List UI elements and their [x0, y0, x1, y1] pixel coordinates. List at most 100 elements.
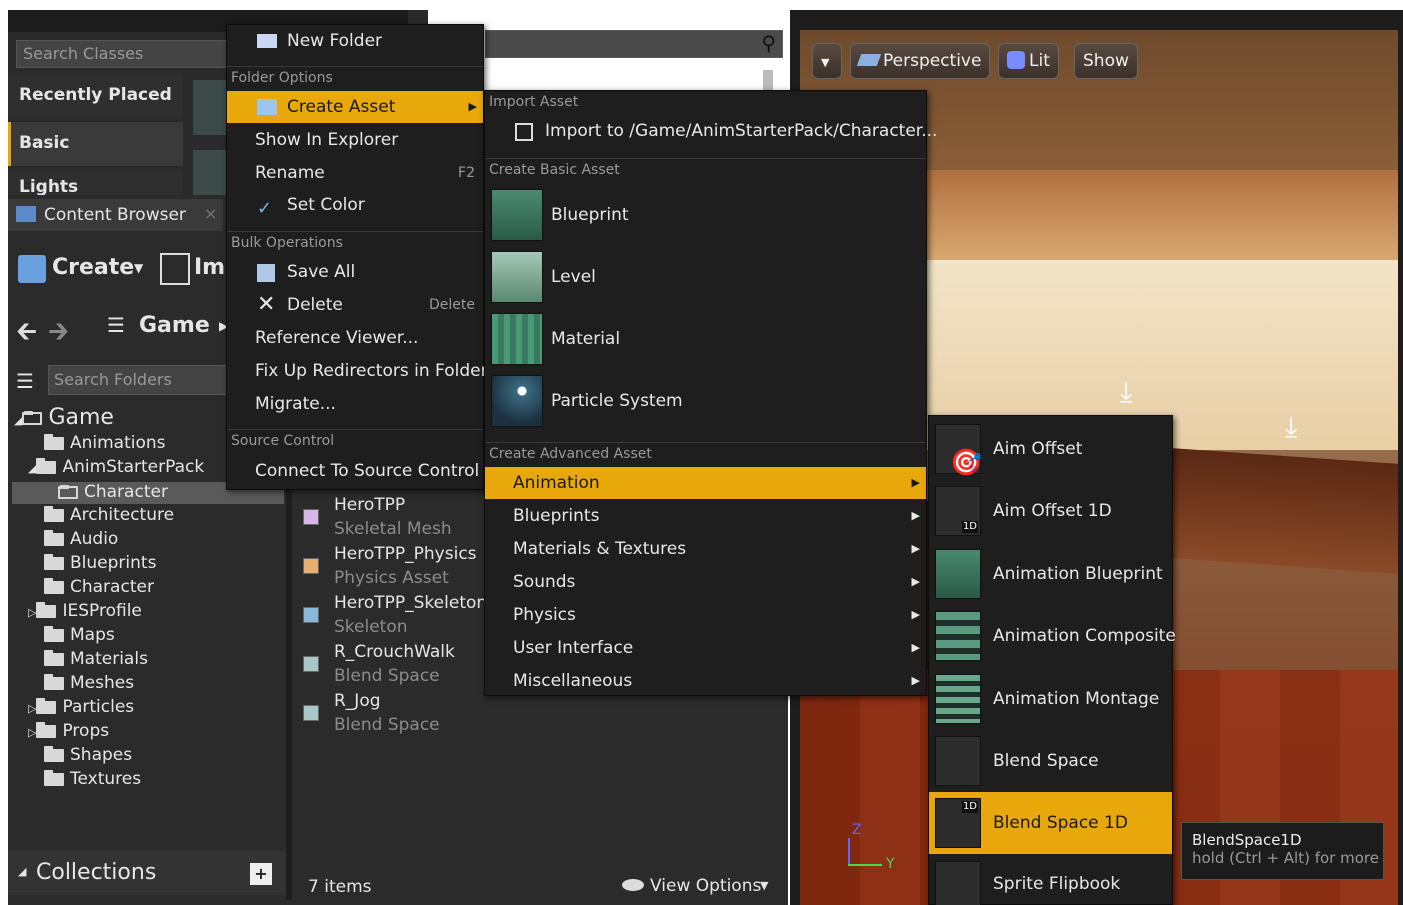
category-recently-placed[interactable]: Recently Placed — [8, 74, 183, 118]
basic-level-item[interactable]: Level — [485, 247, 926, 307]
tree-item-textures[interactable]: Textures — [44, 769, 141, 789]
category-lights[interactable]: Lights — [8, 170, 183, 195]
collections-header[interactable]: ◢ Collections + — [8, 851, 286, 895]
tree-item-meshes[interactable]: Meshes — [44, 673, 134, 693]
tree-item-character[interactable]: Character — [44, 577, 154, 597]
tree-item-blueprints[interactable]: Blueprints — [44, 553, 156, 573]
expanded-icon: ◢ — [28, 462, 37, 475]
content-browser-tab[interactable]: Content Browser × — [8, 199, 223, 231]
tree-item-materials[interactable]: Materials — [44, 649, 148, 669]
rename-item[interactable]: Rename F2 — [227, 157, 483, 189]
add-collection-icon[interactable]: + — [250, 863, 272, 885]
tree-item-maps[interactable]: Maps — [44, 625, 115, 645]
search-folders-input[interactable]: Search Folders — [48, 365, 228, 395]
view-options-button[interactable]: View Options ▼ — [620, 875, 780, 899]
axis-widget — [848, 864, 882, 866]
search-classes-input[interactable]: Search Classes — [16, 40, 256, 68]
shortcut-label: Delete — [429, 297, 475, 313]
collapsed-icon[interactable]: ▷ — [28, 726, 36, 739]
save-all-item[interactable]: Save All — [227, 256, 483, 288]
spotlight-actor-icon[interactable]: ⤓ — [1120, 375, 1160, 415]
close-tab-icon[interactable]: × — [204, 204, 217, 223]
collapsed-icon[interactable]: ▷ — [28, 702, 36, 715]
asset-item-r-jog[interactable]: R_Jog Blend Space — [293, 689, 493, 737]
advanced-sounds-item[interactable]: Sounds ▶ — [485, 566, 926, 598]
asset-item-r-crouchwalk[interactable]: R_CrouchWalk Blend Space — [293, 640, 493, 688]
expanded-icon: ◢ — [18, 865, 27, 878]
import-button[interactable]: Imp — [158, 251, 230, 291]
advanced-animation-item[interactable]: Animation ▶ — [485, 467, 926, 499]
back-arrow-icon[interactable]: 🡰 — [16, 313, 37, 357]
category-label: Recently Placed — [19, 85, 172, 105]
path-root-button[interactable]: ☰ Game ▶ — [103, 311, 233, 345]
advanced-materials-textures-item[interactable]: Materials & Textures ▶ — [485, 533, 926, 565]
set-color-item[interactable]: ✓ Set Color — [227, 189, 483, 221]
forward-arrow-icon[interactable]: 🡲 — [48, 313, 69, 357]
folder-icon — [44, 433, 64, 450]
create-button[interactable]: Create ▼ — [14, 251, 144, 291]
asset-item-herotpp[interactable]: HeroTPP Skeletal Mesh — [293, 493, 493, 541]
new-folder-item[interactable]: New Folder — [227, 25, 483, 57]
import-to-item[interactable]: Import to /Game/AnimStarterPack/Characte… — [485, 115, 937, 147]
tree-label: Props — [62, 721, 110, 741]
animation-montage-item[interactable]: Animation Montage — [929, 669, 1172, 729]
delete-item[interactable]: ✕ Delete Delete — [227, 289, 483, 321]
tree-item-architecture[interactable]: Architecture — [44, 505, 174, 525]
shortcut-label: F2 — [458, 165, 475, 181]
blend-space-1d-item[interactable]: 1D Blend Space 1D — [929, 792, 1172, 854]
advanced-physics-item[interactable]: Physics ▶ — [485, 599, 926, 631]
menu-label: Aim Offset 1D — [993, 501, 1112, 521]
category-basic[interactable]: Basic — [8, 122, 183, 166]
tree-item-animstarterpack[interactable]: ◢ AnimStarterPack — [28, 457, 204, 477]
folder-tree-toggle-icon[interactable]: ☰ — [16, 369, 34, 393]
reference-viewer-item[interactable]: Reference Viewer... — [227, 322, 483, 354]
asset-item-herotpp-physics[interactable]: HeroTPP_Physics Physics Asset — [293, 542, 493, 590]
asset-item-herotpp-skeleton[interactable]: HeroTPP_Skeleton Skeleton — [293, 591, 493, 639]
chevron-down-icon: ▼ — [821, 56, 830, 69]
menu-label: Blend Space — [993, 751, 1099, 771]
basic-particle-system-item[interactable]: Particle System — [485, 371, 926, 431]
save-icon — [257, 264, 275, 282]
blend-space-item[interactable]: Blend Space — [929, 731, 1172, 791]
show-button[interactable]: Show — [1074, 43, 1138, 79]
advanced-blueprints-item[interactable]: Blueprints ▶ — [485, 500, 926, 532]
perspective-button[interactable]: Perspective — [850, 43, 991, 79]
advanced-miscellaneous-item[interactable]: Miscellaneous ▶ — [485, 665, 926, 697]
basic-material-item[interactable]: Material — [485, 309, 926, 369]
animation-composite-item[interactable]: Animation Composite — [929, 606, 1176, 666]
spotlight-actor-icon[interactable]: ⤓ — [1285, 410, 1325, 450]
top-scrollbar[interactable] — [763, 70, 773, 92]
tree-item-audio[interactable]: Audio — [44, 529, 118, 549]
aim-offset-item[interactable]: 🎯 Aim Offset — [929, 419, 1172, 479]
sprite-flipbook-item[interactable]: Sprite Flipbook — [929, 856, 1172, 905]
axis-y-label: Y — [886, 856, 895, 872]
migrate-item[interactable]: Migrate... — [227, 388, 483, 420]
item-count: 7 items — [308, 877, 372, 897]
fix-up-redirectors-item[interactable]: Fix Up Redirectors in Folder — [227, 355, 488, 387]
basic-blueprint-item[interactable]: Blueprint — [485, 185, 926, 245]
menu-label: Sprite Flipbook — [993, 874, 1121, 894]
connect-source-control-item[interactable]: Connect To Source Control — [227, 455, 483, 487]
tree-item-iesprofile[interactable]: ▷ IESProfile — [28, 601, 142, 621]
axis-z-label: Z — [852, 822, 862, 838]
menu-label: Save All — [287, 262, 356, 282]
scene-soffit — [920, 170, 1398, 260]
material-icon — [491, 313, 543, 365]
viewport-options-button[interactable]: ▼ — [812, 43, 842, 79]
lit-button[interactable]: Lit — [998, 43, 1059, 79]
advanced-user-interface-item[interactable]: User Interface ▶ — [485, 632, 926, 664]
search-icon[interactable]: ⚲ — [761, 31, 776, 55]
collapsed-icon[interactable]: ▷ — [28, 606, 36, 619]
tree-item-game[interactable]: ◢ Game — [14, 405, 114, 430]
show-in-explorer-item[interactable]: Show In Explorer — [227, 124, 483, 156]
tree-item-shapes[interactable]: Shapes — [44, 745, 132, 765]
panel-splitter[interactable] — [286, 485, 292, 900]
tree-item-animations[interactable]: Animations — [44, 433, 166, 453]
tree-item-props[interactable]: ▷ Props — [28, 721, 109, 741]
tree-item-particles[interactable]: ▷ Particles — [28, 697, 134, 717]
top-search-bar[interactable]: ⚲ — [485, 30, 783, 58]
animation-blueprint-item[interactable]: Animation Blueprint — [929, 544, 1172, 604]
aim-offset-1d-item[interactable]: 1D Aim Offset 1D — [929, 481, 1172, 541]
section-folder-options: Folder Options — [227, 66, 483, 88]
create-asset-item[interactable]: Create Asset ▶ — [227, 91, 483, 123]
